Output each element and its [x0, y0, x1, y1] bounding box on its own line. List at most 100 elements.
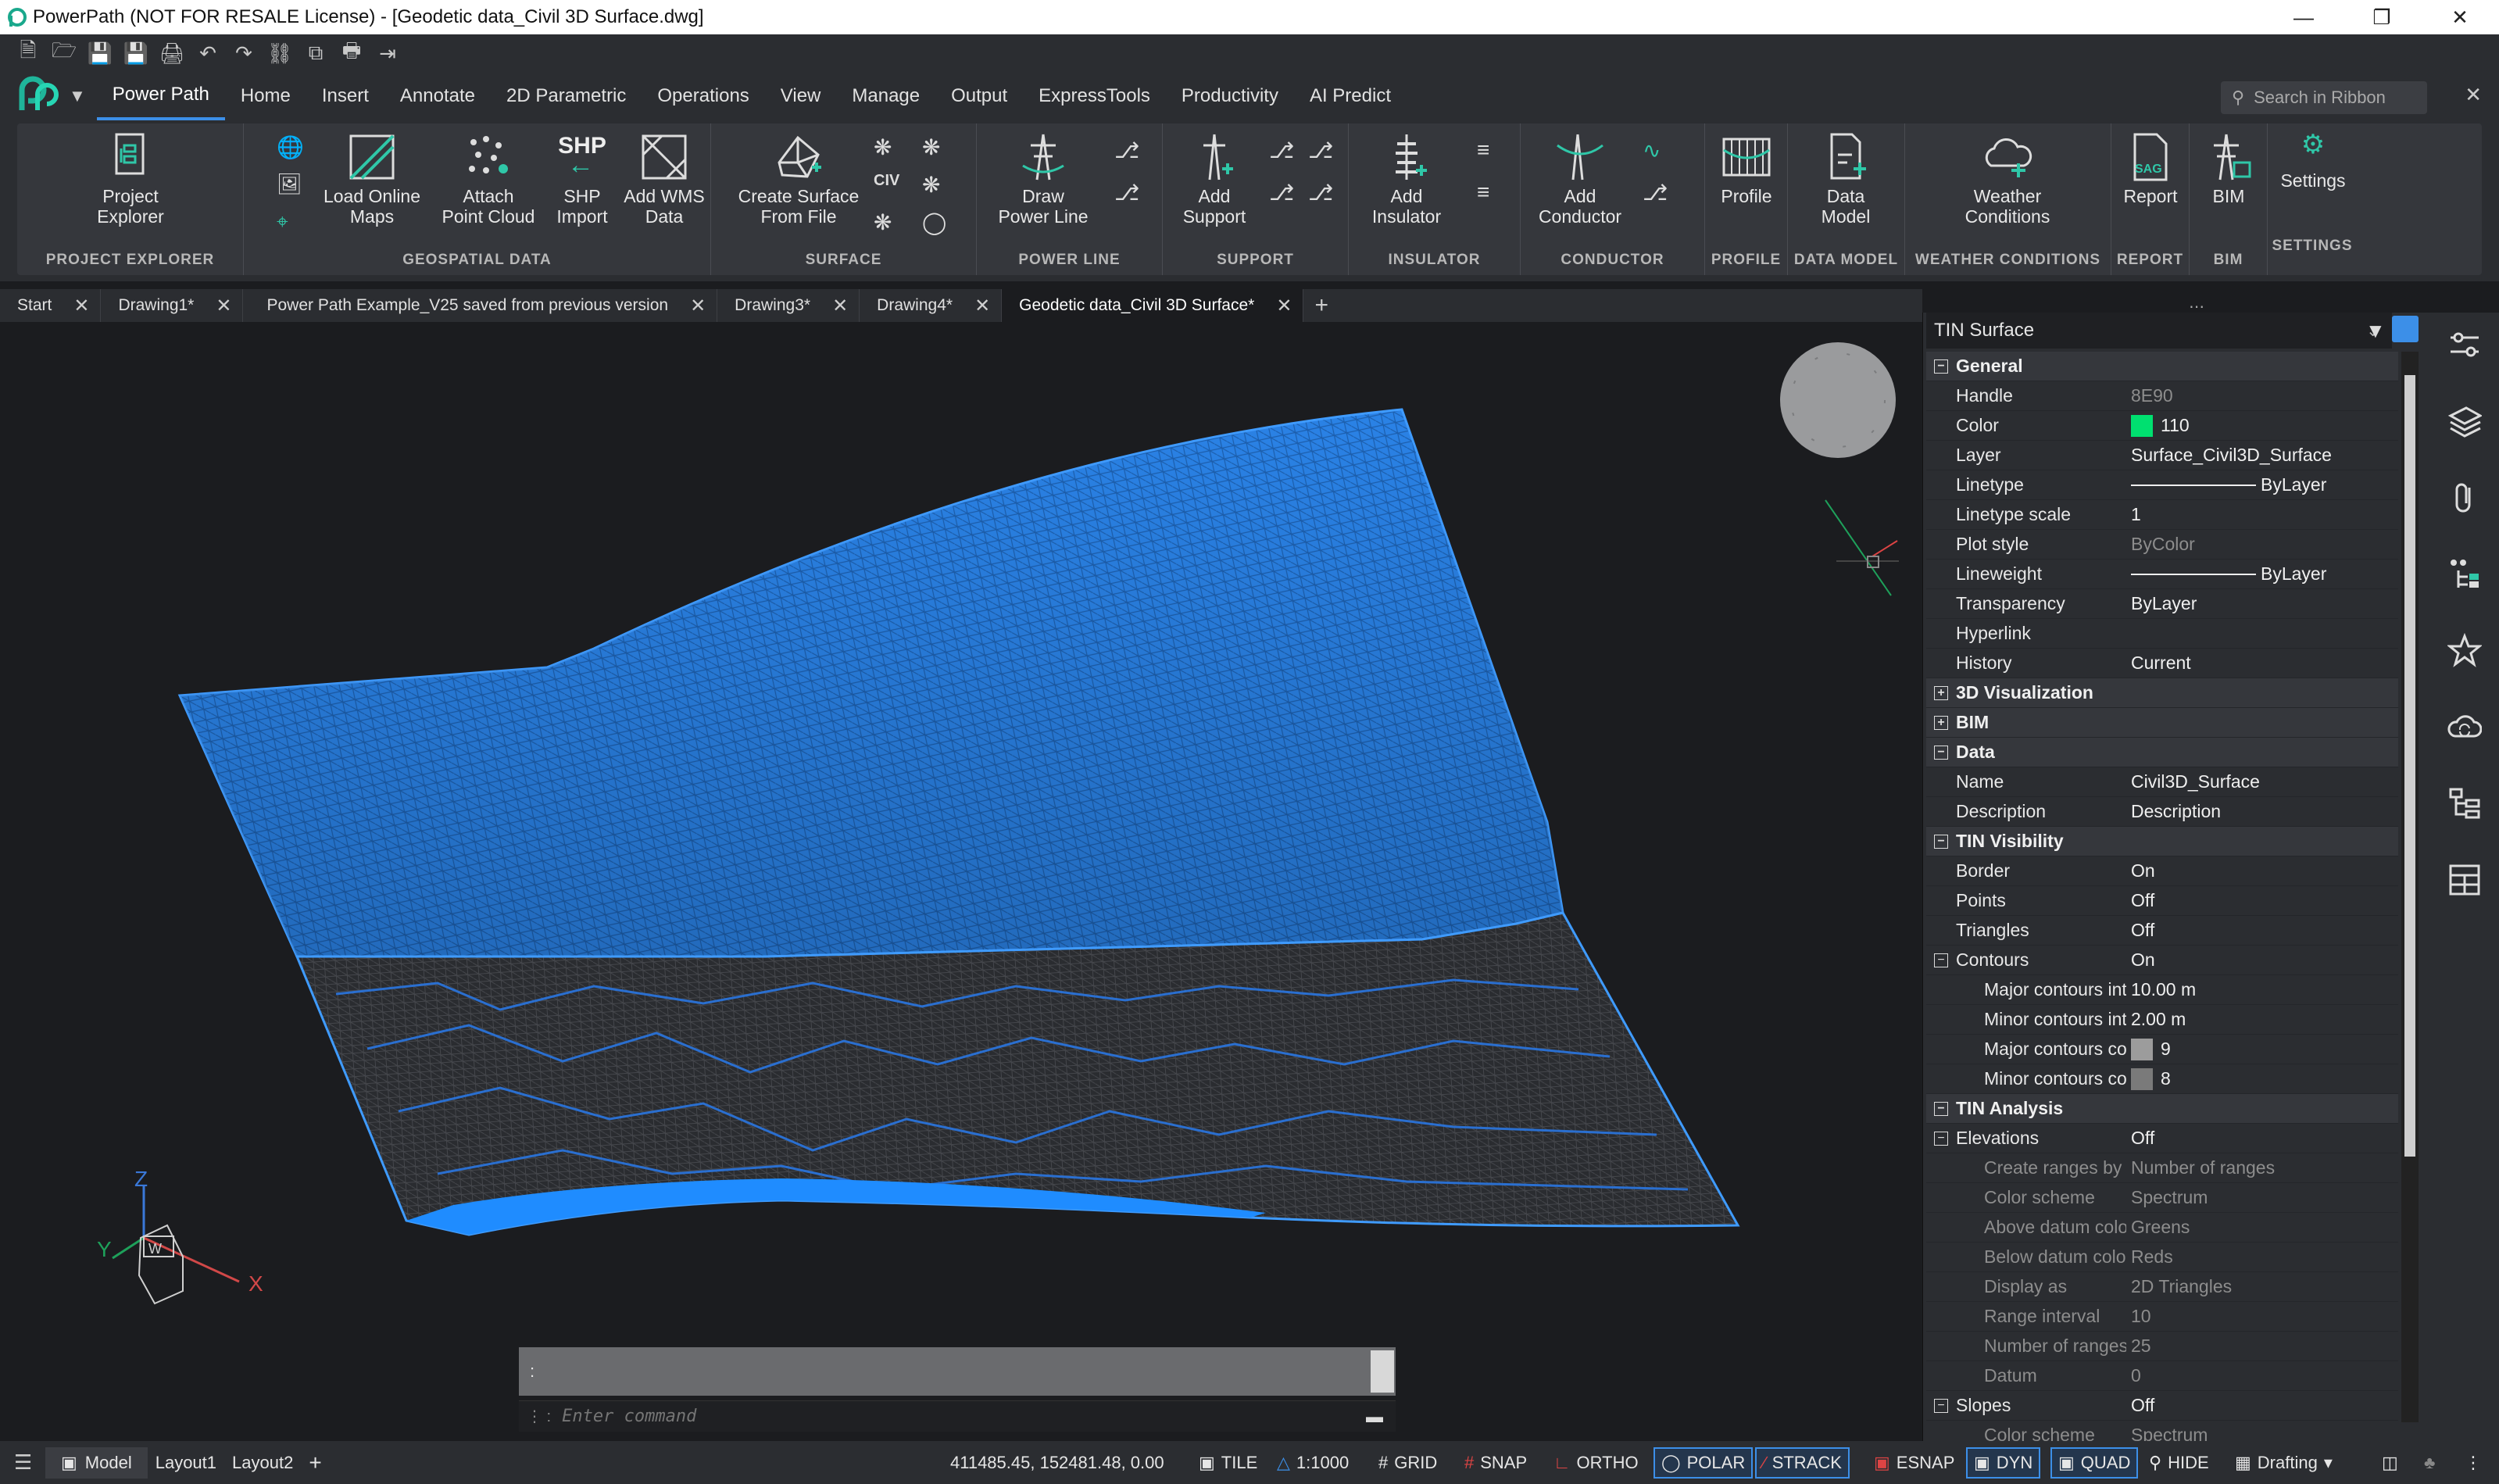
add-layout-icon[interactable]: +	[301, 1447, 329, 1479]
navigation-wheel[interactable]	[1780, 342, 1896, 458]
tab-annotate[interactable]: Annotate	[384, 72, 491, 120]
polar-toggle[interactable]: ◯ POLAR	[1653, 1447, 1754, 1479]
property-row[interactable]: Triangles Off	[1926, 916, 2398, 946]
properties-scrollbar[interactable]	[2401, 352, 2419, 1422]
profile-button[interactable]: Profile	[1710, 131, 1783, 206]
settings-button[interactable]: ⚙ Settings	[2272, 131, 2354, 191]
property-category[interactable]: − TIN Visibility	[1926, 827, 2398, 856]
tab-output[interactable]: Output	[935, 72, 1023, 120]
attachments-paperclip-icon[interactable]	[2447, 480, 2482, 514]
doc-tab-drawing3[interactable]: Drawing3* ✕	[717, 289, 860, 322]
collapse-icon[interactable]: −	[1934, 359, 1948, 374]
collapse-icon[interactable]: −	[1934, 1131, 1948, 1146]
conductor-tool-2-icon[interactable]: ⎇	[1643, 180, 1668, 205]
close-window-button[interactable]: ✕	[2421, 0, 2499, 34]
tin-surface-scene[interactable]: Z X Y W	[0, 322, 1916, 1441]
doc-tab-drawing1[interactable]: Drawing1* ✕	[101, 289, 244, 322]
tab-operations[interactable]: Operations	[642, 72, 764, 120]
workspace-dropdown[interactable]: ▦ Drafting ▾	[2229, 1447, 2339, 1479]
property-row[interactable]: Transparency ByLayer	[1926, 589, 2398, 619]
property-value[interactable]: Off	[2126, 890, 2398, 911]
display-settings-icon[interactable]: ◫	[2376, 1447, 2404, 1479]
property-value[interactable]: On	[2126, 860, 2398, 881]
command-input[interactable]	[562, 1407, 1266, 1426]
close-tab-icon[interactable]: ✕	[832, 295, 848, 317]
image-icon[interactable]: 🖼	[277, 172, 302, 195]
property-value[interactable]: 8E90	[2126, 385, 2398, 406]
property-row[interactable]: Color scheme Spectrum	[1926, 1183, 2398, 1213]
layout-tab-layout2[interactable]: Layout2	[224, 1447, 301, 1479]
collapse-icon[interactable]: −	[1934, 745, 1948, 760]
property-row[interactable]: Description Description	[1926, 797, 2398, 827]
property-row[interactable]: Datum 0	[1926, 1361, 2398, 1391]
report-button[interactable]: SAG Report	[2115, 131, 2186, 206]
property-row[interactable]: Major contours inter10.00 m	[1926, 975, 2398, 1005]
property-category[interactable]: + BIM	[1926, 708, 2398, 738]
favorites-star-icon[interactable]	[2447, 633, 2482, 667]
expand-icon[interactable]: +	[1934, 685, 1948, 700]
doc-tab-power-path-example[interactable]: Power Path Example_V25 saved from previo…	[243, 289, 718, 322]
property-value[interactable]: Reds	[2126, 1246, 2398, 1268]
close-tab-icon[interactable]: ✕	[690, 295, 706, 317]
property-value[interactable]: 2.00 m	[2126, 1009, 2398, 1030]
weather-conditions-button[interactable]: Weather Conditions	[1949, 131, 2066, 227]
property-row[interactable]: − Slopes Off	[1926, 1391, 2398, 1421]
property-category[interactable]: − Data	[1926, 738, 2398, 767]
tab-productivity[interactable]: Productivity	[1166, 72, 1294, 120]
annotation-scale-button[interactable]: △ 1:1000	[1271, 1447, 1355, 1479]
tab-home[interactable]: Home	[225, 72, 306, 120]
property-value[interactable]: 10.00 m	[2126, 979, 2398, 1000]
property-category[interactable]: +3D Visualization	[1926, 678, 2398, 708]
property-value[interactable]: Greens	[2126, 1217, 2398, 1238]
pickadd-toggle-button[interactable]	[2392, 316, 2419, 342]
property-row[interactable]: − Elevations Off	[1926, 1124, 2398, 1153]
hide-toggle[interactable]: ⚲ HIDE	[2143, 1447, 2215, 1479]
surface-tool-3-icon[interactable]: ❋	[874, 209, 897, 234]
grid-toggle[interactable]: # GRID	[1372, 1447, 1443, 1479]
property-row[interactable]: Range interval 10	[1926, 1302, 2398, 1332]
property-value[interactable]: ByLayer	[2126, 563, 2398, 585]
property-row[interactable]: Color 110	[1926, 411, 2398, 441]
property-row[interactable]: History Current	[1926, 649, 2398, 678]
collapse-command-icon[interactable]: ▬	[1366, 1407, 1383, 1427]
surface-tool-6-icon[interactable]: ◯	[922, 209, 946, 234]
create-surface-from-file-button[interactable]: Create Surface From File	[730, 131, 867, 227]
insulator-tool-2-icon[interactable]: ≡	[1477, 180, 1500, 204]
line-tool-2-icon[interactable]: ⎇	[1114, 180, 1139, 205]
add-support-button[interactable]: Add Support	[1175, 131, 1253, 227]
status-menu-icon[interactable]: ☰	[14, 1450, 45, 1475]
surface-tool-4-icon[interactable]: ❋	[922, 134, 946, 159]
property-value[interactable]: 25	[2126, 1336, 2398, 1357]
snap-toggle[interactable]: # SNAP	[1458, 1447, 1533, 1479]
data-model-button[interactable]: Data Model	[1807, 131, 1885, 227]
property-row[interactable]: Create ranges by Number of ranges	[1926, 1153, 2398, 1183]
collapse-icon[interactable]: −	[1934, 953, 1948, 967]
doc-tab-drawing4[interactable]: Drawing4* ✕	[860, 289, 1003, 322]
publish-icon[interactable]: ⛓	[267, 41, 293, 66]
minimize-button[interactable]: —	[2265, 0, 2343, 34]
property-row[interactable]: Minor contours inter2.00 m	[1926, 1005, 2398, 1035]
property-value[interactable]: 2D Triangles	[2126, 1276, 2398, 1297]
add-tab-icon[interactable]: +	[1303, 292, 1339, 319]
geolocate-icon[interactable]: ⌖	[277, 209, 300, 233]
property-row[interactable]: Linetype ByLayer	[1926, 470, 2398, 500]
esnap-toggle[interactable]: ▣ ESNAP	[1868, 1447, 1961, 1479]
undo-icon[interactable]: ↶	[195, 41, 220, 66]
property-value[interactable]: ByColor	[2126, 534, 2398, 555]
app-menu-chevron-down-icon[interactable]: ▼	[69, 86, 86, 106]
property-row[interactable]: − Contours On	[1926, 946, 2398, 975]
quick-select-filter-icon[interactable]: ▼	[2365, 319, 2386, 343]
property-value[interactable]: 9	[2126, 1038, 2398, 1060]
collapse-icon[interactable]: −	[1934, 834, 1948, 849]
quad-toggle[interactable]: ▣ QUAD	[2050, 1447, 2139, 1479]
bim-button[interactable]: BIM	[2193, 131, 2265, 206]
drawing-explorer-tree-icon[interactable]	[2447, 786, 2482, 821]
insulator-tool-1-icon[interactable]: ≡	[1477, 138, 1500, 162]
powerpath-logo-icon[interactable]	[14, 74, 64, 118]
surface-tool-5-icon[interactable]: ❋	[922, 172, 946, 197]
property-row[interactable]: Number of ranges 25	[1926, 1332, 2398, 1361]
save-icon[interactable]: 💾	[88, 41, 113, 66]
property-value[interactable]: ByLayer	[2126, 474, 2398, 495]
layout-tab-layout1[interactable]: Layout1	[148, 1447, 224, 1479]
property-row[interactable]: Major contours color 9	[1926, 1035, 2398, 1064]
